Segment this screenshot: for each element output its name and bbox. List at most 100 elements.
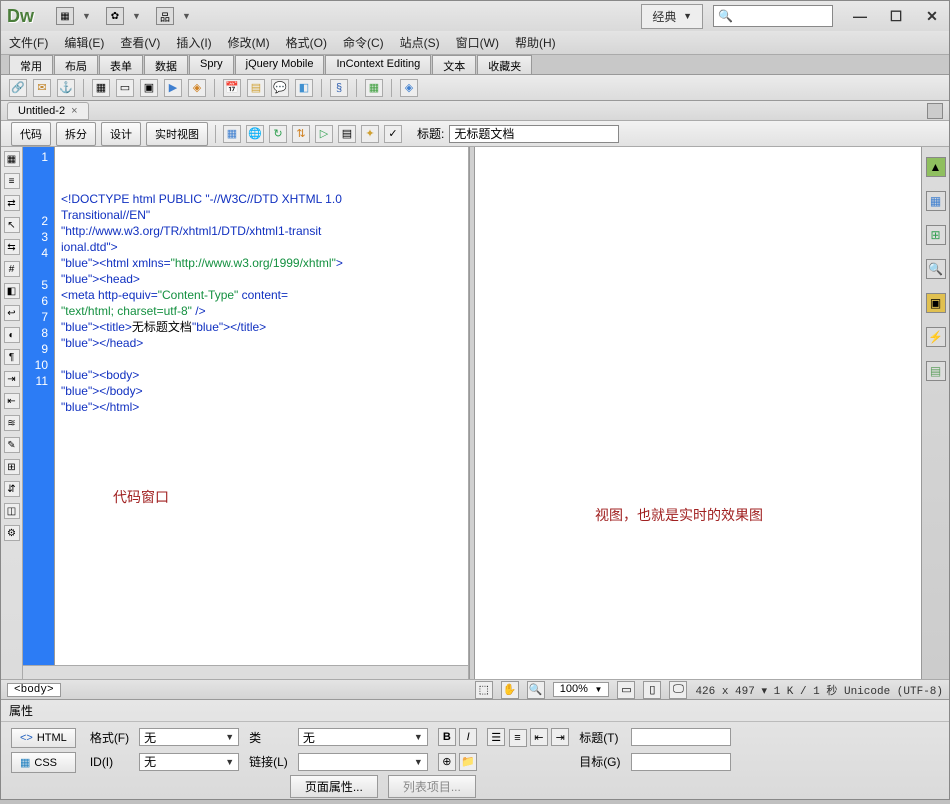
menu-site[interactable]: 站点(S) (400, 34, 440, 51)
wrap-icon[interactable]: ↩ (4, 305, 20, 321)
layout-icon[interactable]: ▦ (56, 7, 74, 25)
liveview-icon[interactable]: ▦ (223, 125, 241, 143)
email-icon[interactable]: ✉ (33, 79, 51, 97)
refresh-icon[interactable]: ↻ (269, 125, 287, 143)
horizontal-scrollbar[interactable] (23, 665, 468, 679)
tab-common[interactable]: 常用 (9, 55, 53, 74)
bold-button[interactable]: B (438, 728, 456, 746)
view-live-button[interactable]: 实时视图 (146, 122, 208, 146)
hyperlink-icon[interactable]: 🔗 (9, 79, 27, 97)
comment-icon[interactable]: 💬 (271, 79, 289, 97)
desktop-icon[interactable]: 🖵 (669, 681, 687, 699)
ul-button[interactable]: ☰ (487, 728, 505, 746)
properties-header[interactable]: 属性 (1, 700, 949, 722)
maximize-button[interactable]: ☐ (885, 8, 907, 24)
close-icon[interactable]: × (71, 105, 77, 117)
menu-edit[interactable]: 编辑(E) (64, 34, 104, 51)
workspace-selector[interactable]: 经典 ▼ (641, 4, 703, 29)
globe-icon[interactable]: 🌐 (246, 125, 264, 143)
target-input[interactable] (631, 753, 731, 771)
tab-layout[interactable]: 布局 (54, 55, 98, 74)
snippets-panel-icon[interactable]: ⚡ (926, 327, 946, 347)
ol-button[interactable]: ≡ (509, 729, 527, 747)
menu-view[interactable]: 查看(V) (120, 34, 160, 51)
files-panel-icon[interactable]: 🔍 (926, 259, 946, 279)
options2-icon[interactable]: ⚙ (4, 525, 20, 541)
line-numbers-icon[interactable]: # (4, 261, 20, 277)
div-icon[interactable]: ▭ (116, 79, 134, 97)
id-select[interactable]: 无▼ (139, 753, 239, 771)
sync-icon[interactable]: ⇅ (292, 125, 310, 143)
indent-button[interactable]: ⇥ (551, 728, 569, 746)
menu-insert[interactable]: 插入(I) (176, 34, 211, 51)
hidden-chars-icon[interactable]: ¶ (4, 349, 20, 365)
title-attr-input[interactable] (631, 728, 731, 746)
viewport-icon[interactable]: ▭ (617, 681, 635, 699)
date-icon[interactable]: 📅 (223, 79, 241, 97)
anchor-icon[interactable]: ⚓ (57, 79, 75, 97)
comment-icon[interactable]: ✎ (4, 437, 20, 453)
visual-aids-icon[interactable]: ✦ (361, 125, 379, 143)
more-panel-icon[interactable]: ▤ (926, 361, 946, 381)
highlight-icon[interactable]: ◧ (4, 283, 20, 299)
menu-cmd[interactable]: 命令(C) (343, 34, 384, 51)
check-icon[interactable]: ✓ (384, 125, 402, 143)
tab-data[interactable]: 数据 (144, 55, 188, 74)
balance-icon[interactable]: ⇆ (4, 239, 20, 255)
gear-icon[interactable]: ✿ (106, 7, 124, 25)
tab-favorites[interactable]: 收藏夹 (477, 55, 532, 74)
menu-help[interactable]: 帮助(H) (515, 34, 556, 51)
menu-modify[interactable]: 修改(M) (228, 34, 270, 51)
media-icon[interactable]: ▶ (164, 79, 182, 97)
collapse-icon[interactable]: ≡ (4, 173, 20, 189)
tab-jquery[interactable]: jQuery Mobile (235, 55, 325, 74)
sitemap-icon[interactable]: 品 (156, 7, 174, 25)
preview-panel[interactable]: 视图，也就是实时的效果图 (475, 147, 921, 679)
dropdown-icon[interactable]: ▼ (132, 11, 140, 21)
recent-icon[interactable]: ⊞ (4, 459, 20, 475)
menu-format[interactable]: 格式(O) (286, 34, 327, 51)
italic-button[interactable]: I (459, 728, 477, 746)
widget-icon[interactable]: ◈ (188, 79, 206, 97)
table-icon[interactable]: ▦ (92, 79, 110, 97)
snippet-icon[interactable]: ◫ (4, 503, 20, 519)
zoom-value[interactable]: 100% ▼ (553, 682, 610, 697)
options-icon[interactable]: ▤ (338, 125, 356, 143)
css-mode-button[interactable]: ▦CSS (11, 752, 76, 773)
tab-form[interactable]: 表单 (99, 55, 143, 74)
open-docs-icon[interactable]: ▦ (4, 151, 20, 167)
select-parent-icon[interactable]: ↖ (4, 217, 20, 233)
tag-selector[interactable]: <body> (7, 683, 61, 697)
tab-incontext[interactable]: InContext Editing (325, 55, 431, 74)
html-mode-button[interactable]: <>HTML (11, 728, 76, 748)
indent-icon[interactable]: ⇥ (4, 371, 20, 387)
panel-collapse-icon[interactable] (927, 103, 943, 119)
zoom-tool-icon[interactable]: 🔍 (527, 681, 545, 699)
menu-file[interactable]: 文件(F) (9, 34, 48, 51)
template-icon[interactable]: ▦ (365, 79, 383, 97)
code-text[interactable]: 代码窗口 <!DOCTYPE html PUBLIC "-//W3C//DTD … (55, 147, 468, 665)
view-code-button[interactable]: 代码 (11, 122, 51, 146)
assets-panel-icon[interactable]: ▣ (926, 293, 946, 313)
search-input[interactable]: 🔍 (713, 5, 833, 27)
script-icon[interactable]: § (330, 79, 348, 97)
outdent-button[interactable]: ⇤ (530, 728, 548, 746)
business-panel-icon[interactable]: ⊞ (926, 225, 946, 245)
format-select[interactable]: 无▼ (139, 728, 239, 746)
play-icon[interactable]: ▷ (315, 125, 333, 143)
hand-tool-icon[interactable]: ✋ (501, 681, 519, 699)
dropdown-icon[interactable]: ▼ (182, 11, 190, 21)
title-input[interactable] (449, 125, 619, 143)
head-icon[interactable]: ◧ (295, 79, 313, 97)
point-to-file-icon[interactable]: ⊕ (438, 753, 456, 771)
tablet-icon[interactable]: ▯ (643, 681, 661, 699)
expand-icon[interactable]: ⇄ (4, 195, 20, 211)
menu-window[interactable]: 窗口(W) (456, 34, 499, 51)
dropdown-icon[interactable]: ▼ (82, 11, 90, 21)
syntax-icon[interactable]: ◐ (4, 327, 20, 343)
format-icon[interactable]: ≋ (4, 415, 20, 431)
class-select[interactable]: 无▼ (298, 728, 428, 746)
server-icon[interactable]: ▤ (247, 79, 265, 97)
page-properties-button[interactable]: 页面属性... (290, 775, 378, 798)
outdent-icon[interactable]: ⇤ (4, 393, 20, 409)
